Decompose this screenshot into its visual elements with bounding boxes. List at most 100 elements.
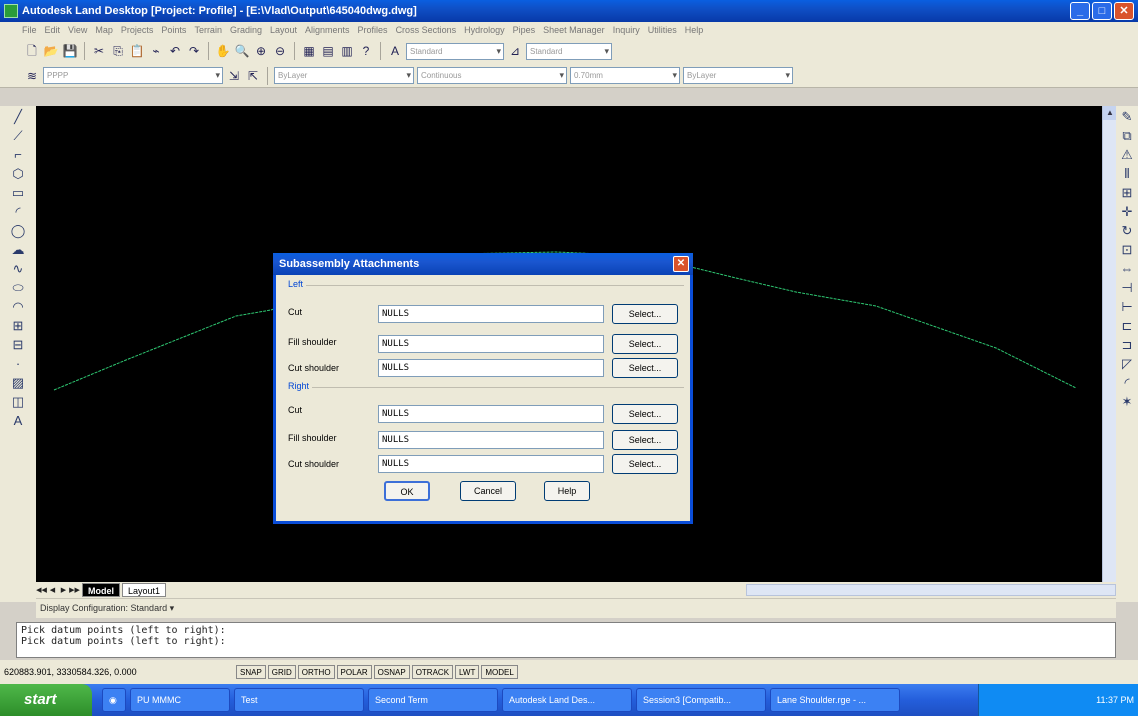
clock[interactable]: 11:37 PM (1096, 695, 1134, 705)
menu-item-profiles[interactable]: Profiles (358, 25, 388, 35)
array-icon[interactable]: ⊞ (1119, 185, 1135, 201)
task-button[interactable]: Lane Shoulder.rge - ... (770, 688, 900, 712)
spline-icon[interactable]: ∿ (10, 261, 26, 277)
vertical-scrollbar[interactable]: ▲ (1102, 106, 1117, 582)
zoom-realtime-icon[interactable]: 🔍 (234, 43, 250, 59)
right-cut-shoulder-field[interactable]: NULLS (378, 455, 604, 473)
left-cut-shoulder-field[interactable]: NULLS (378, 359, 604, 377)
menu-item-layout[interactable]: Layout (270, 25, 297, 35)
first-tab-icon[interactable]: ◀◀ (36, 586, 47, 594)
menu-item-view[interactable]: View (68, 25, 87, 35)
model-toggle[interactable]: MODEL (481, 665, 518, 679)
prev-tab-icon[interactable]: ◀ (47, 586, 58, 594)
properties-icon[interactable]: ▦ (301, 43, 317, 59)
insert-block-icon[interactable]: ⊞ (10, 318, 26, 334)
linetype-select[interactable]: Continuous (417, 67, 567, 84)
move-icon[interactable]: ✛ (1119, 204, 1135, 220)
explode-icon[interactable]: ✶ (1119, 394, 1135, 410)
right-fill-shoulder-select-button[interactable]: Select... (612, 430, 678, 450)
cancel-button[interactable]: Cancel (460, 481, 516, 501)
point-icon[interactable]: · (10, 356, 26, 372)
menu-item-cross-sections[interactable]: Cross Sections (396, 25, 457, 35)
left-cut-shoulder-select-button[interactable]: Select... (612, 358, 678, 378)
color-select[interactable]: ByLayer (274, 67, 414, 84)
make-block-icon[interactable]: ⊟ (10, 337, 26, 353)
task-button[interactable]: PU MMMC (130, 688, 230, 712)
layer-manager-icon[interactable]: ≋ (24, 68, 40, 84)
right-fill-shoulder-field[interactable]: NULLS (378, 431, 604, 449)
left-cut-field[interactable]: NULLS (378, 305, 604, 323)
menu-item-pipes[interactable]: Pipes (513, 25, 536, 35)
menu-item-sheet-manager[interactable]: Sheet Manager (543, 25, 605, 35)
stretch-icon[interactable]: ⇔ (1119, 261, 1135, 277)
tool-palettes-icon[interactable]: ▥ (339, 43, 355, 59)
open-icon[interactable]: 📂 (43, 43, 59, 59)
rectangle-icon[interactable]: ▭ (10, 185, 26, 201)
snap-toggle[interactable]: SNAP (236, 665, 266, 679)
undo-icon[interactable]: ↶ (167, 43, 183, 59)
chamfer-icon[interactable]: ◸ (1119, 356, 1135, 372)
dim-style-select[interactable]: Standard (526, 42, 612, 60)
extend-icon[interactable]: ⊢ (1119, 299, 1135, 315)
right-cut-shoulder-select-button[interactable]: Select... (612, 454, 678, 474)
copy-object-icon[interactable]: ⧉ (1119, 128, 1135, 144)
line-icon[interactable]: ╱ (10, 109, 26, 125)
grid-toggle[interactable]: GRID (267, 665, 296, 679)
menu-item-map[interactable]: Map (95, 25, 113, 35)
circle-icon[interactable]: ◯ (10, 223, 26, 239)
display-configuration[interactable]: Display Configuration: Standard ▾ (36, 598, 1116, 618)
ortho-toggle[interactable]: ORTHO (297, 665, 335, 679)
region-icon[interactable]: ◫ (10, 394, 26, 410)
right-cut-field[interactable]: NULLS (378, 405, 604, 423)
make-current-icon[interactable]: ⇲ (226, 68, 242, 84)
task-button[interactable]: Test (234, 688, 364, 712)
horizontal-scrollbar[interactable] (746, 584, 1116, 596)
next-tab-icon[interactable]: ▶ (58, 586, 69, 594)
trim-icon[interactable]: ⊣ (1119, 280, 1135, 296)
arc-icon[interactable]: ◜ (10, 204, 26, 220)
maximize-button[interactable]: □ (1092, 2, 1112, 20)
tab-model[interactable]: Model (82, 583, 120, 597)
lwt-toggle[interactable]: LWT (455, 665, 480, 679)
construction-line-icon[interactable]: ⟋ (10, 128, 26, 144)
menu-item-help[interactable]: Help (685, 25, 704, 35)
cut-icon[interactable]: ✂ (91, 43, 107, 59)
ellipse-arc-icon[interactable]: ◠ (10, 299, 26, 315)
scroll-up-icon[interactable]: ▲ (1103, 106, 1117, 120)
start-button[interactable]: start (0, 684, 92, 716)
menu-item-terrain[interactable]: Terrain (194, 25, 222, 35)
menu-item-alignments[interactable]: Alignments (305, 25, 350, 35)
menu-item-file[interactable]: File (22, 25, 37, 35)
otrack-toggle[interactable]: OTRACK (411, 665, 454, 679)
hatch-icon[interactable]: ▨ (10, 375, 26, 391)
revision-cloud-icon[interactable]: ☁ (10, 242, 26, 258)
ok-button[interactable]: OK (384, 481, 430, 501)
zoom-previous-icon[interactable]: ⊖ (272, 43, 288, 59)
lineweight-select[interactable]: 0.70mm (570, 67, 680, 84)
break-icon[interactable]: ⊏ (1119, 318, 1135, 334)
left-fill-shoulder-field[interactable]: NULLS (378, 335, 604, 353)
layer-select[interactable]: PPPP (43, 67, 223, 84)
polygon-icon[interactable]: ⬡ (10, 166, 26, 182)
osnap-toggle[interactable]: OSNAP (373, 665, 410, 679)
dialog-close-button[interactable]: ✕ (673, 256, 689, 272)
paste-icon[interactable]: 📋 (129, 43, 145, 59)
tab-layout1[interactable]: Layout1 (122, 583, 167, 597)
help-button[interactable]: Help (544, 481, 590, 501)
menu-item-inquiry[interactable]: Inquiry (613, 25, 640, 35)
menu-item-points[interactable]: Points (161, 25, 186, 35)
minimize-button[interactable]: _ (1070, 2, 1090, 20)
rotate-icon[interactable]: ↻ (1119, 223, 1135, 239)
save-icon[interactable]: 💾 (62, 43, 78, 59)
zoom-window-icon[interactable]: ⊕ (253, 43, 269, 59)
multiline-text-icon[interactable]: A (10, 413, 26, 429)
fillet-icon[interactable]: ◜ (1119, 375, 1135, 391)
command-line[interactable]: Pick datum points (left to right): Pick … (16, 622, 1116, 658)
help-icon[interactable]: ? (358, 43, 374, 59)
last-tab-icon[interactable]: ▶▶ (69, 586, 80, 594)
quick-launch-icon[interactable]: ◉ (102, 688, 126, 712)
left-fill-shoulder-select-button[interactable]: Select... (612, 334, 678, 354)
close-button[interactable]: ✕ (1114, 2, 1134, 20)
redo-icon[interactable]: ↷ (186, 43, 202, 59)
menu-item-utilities[interactable]: Utilities (648, 25, 677, 35)
